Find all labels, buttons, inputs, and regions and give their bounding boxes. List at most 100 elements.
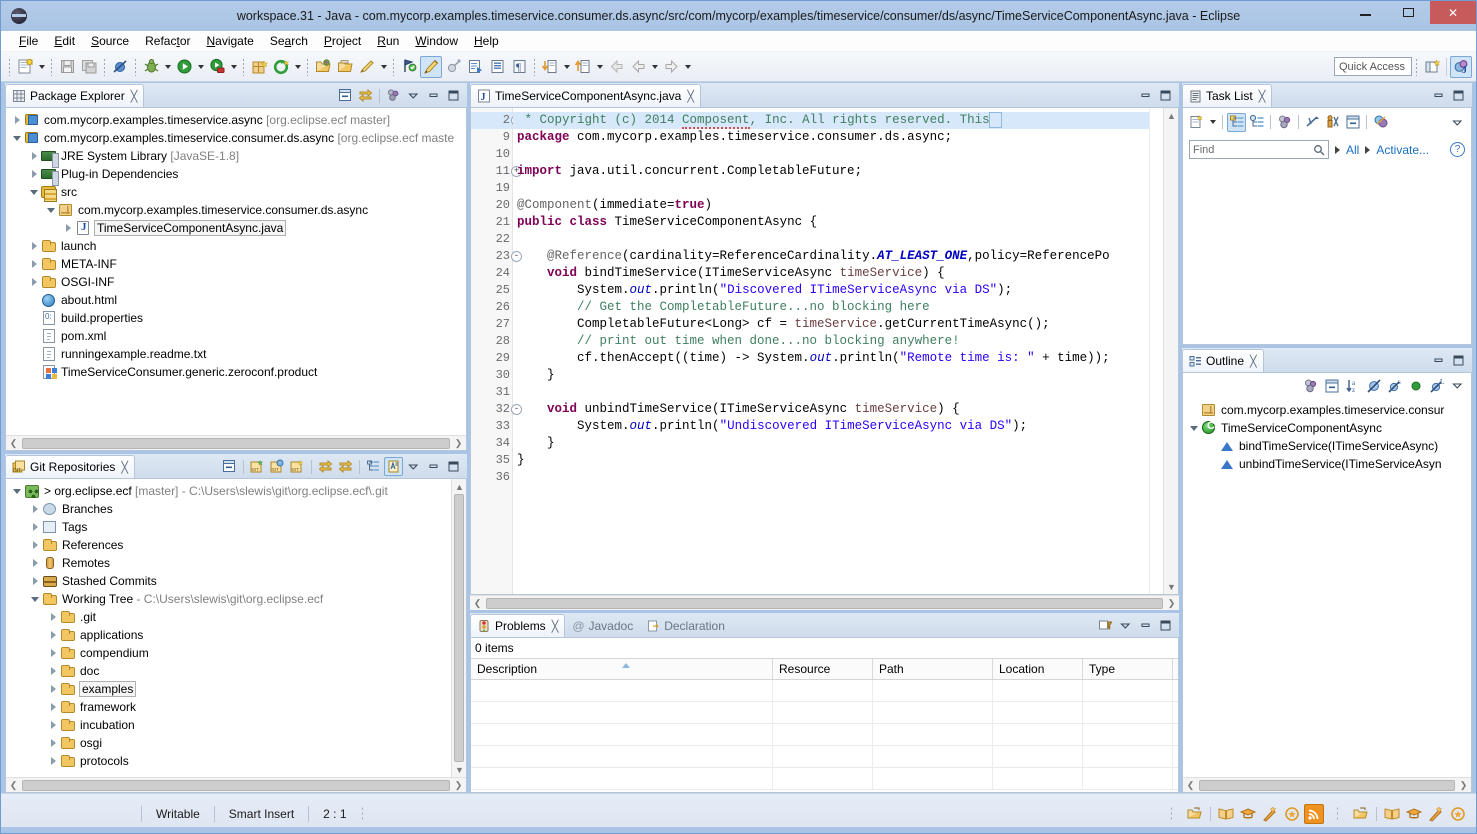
feed-icon[interactable] (1304, 803, 1324, 824)
collapse-arrow-icon[interactable] (46, 703, 60, 711)
tree-item[interactable]: Working Tree - C:\Users\slewis\git\org.e… (6, 590, 450, 608)
next-annotation-icon[interactable] (539, 56, 561, 78)
tree-item[interactable]: TimeServiceComponentAsync (1183, 419, 1471, 437)
code-line[interactable]: // print out time when done...no blockin… (513, 333, 1178, 350)
tab-task-list[interactable]: Task List ╳ (1182, 84, 1273, 107)
mylyn-context-icon-2[interactable] (1351, 804, 1371, 824)
expand-arrow-icon[interactable] (1187, 426, 1201, 431)
code-line[interactable] (513, 384, 1178, 401)
line-number[interactable]: 28 (471, 333, 512, 350)
collapse-arrow-icon[interactable] (10, 116, 24, 124)
open-task-icon[interactable] (334, 56, 356, 78)
toolbar-grip[interactable] (8, 57, 11, 76)
add-repo-icon[interactable]: GIT (248, 457, 267, 476)
code-line[interactable]: System.out.println("Undiscovered ITimeSe… (513, 418, 1178, 435)
show-whitespace-icon[interactable] (486, 56, 508, 78)
collapse-arrow-icon[interactable] (27, 242, 41, 250)
new-java-project-icon[interactable] (248, 56, 270, 78)
toolbar-grip-9[interactable] (1415, 57, 1418, 76)
scroll-right-icon[interactable]: ❯ (1456, 780, 1471, 791)
collapse-all-icon[interactable] (1322, 376, 1341, 395)
line-number[interactable]: 33 (471, 418, 512, 435)
code-line[interactable]: System.out.println("Discovered ITimeServ… (513, 282, 1178, 299)
scroll-thumb[interactable] (22, 779, 450, 791)
filter-all-link[interactable]: All (1346, 143, 1359, 157)
collapse-all-icon[interactable] (1343, 113, 1362, 132)
scroll-left-icon[interactable]: ❮ (1183, 780, 1198, 791)
focus-on-workweek-icon[interactable] (1275, 113, 1294, 132)
find-input[interactable]: Find (1189, 140, 1329, 159)
collapse-arrow-icon[interactable] (46, 685, 60, 693)
editor-vscrollbar[interactable]: ▲ ▼ (1163, 108, 1178, 594)
scroll-down-icon[interactable]: ▼ (1164, 579, 1178, 594)
line-number[interactable]: 11 + (471, 163, 522, 180)
collapse-arrow-icon[interactable] (28, 505, 42, 513)
run-coverage-icon[interactable] (206, 56, 228, 78)
minimize-icon[interactable] (1136, 616, 1155, 635)
collapse-arrow-icon[interactable] (46, 649, 60, 657)
scroll-thumb[interactable] (486, 597, 1163, 609)
maximize-icon[interactable] (1156, 86, 1175, 105)
toolbar-grip-3[interactable] (103, 57, 106, 76)
close-icon[interactable]: ╳ (552, 620, 559, 633)
tree-item[interactable]: com.mycorp.examples.timeservice.consur (1183, 401, 1471, 419)
tab-javadoc[interactable]: @ Javadoc (565, 614, 640, 637)
tab-package-explorer[interactable]: Package Explorer ╳ (5, 84, 145, 107)
table-row[interactable] (471, 680, 1178, 702)
code-area[interactable]: * Copyright (c) 2014 Composent, Inc. All… (513, 108, 1178, 594)
external-tools-dropdown-arrow[interactable] (292, 56, 303, 78)
new-wizard-icon[interactable] (14, 56, 36, 78)
close-icon[interactable]: ╳ (131, 90, 138, 103)
line-number[interactable]: 10 (471, 146, 512, 163)
view-menu-icon[interactable] (1116, 616, 1135, 635)
scroll-track[interactable] (1166, 123, 1176, 579)
scroll-right-icon[interactable]: ❯ (451, 438, 466, 449)
expand-arrow-icon[interactable] (10, 136, 24, 141)
scroll-down-icon[interactable]: ▼ (452, 762, 466, 777)
code-line[interactable]: package com.mycorp.examples.timeservice.… (513, 129, 1178, 146)
maximize-icon[interactable] (1449, 351, 1468, 370)
tree-item[interactable]: > org.eclipse.ecf [master] - C:\Users\sl… (6, 482, 450, 500)
new-wizard-dropdown-arrow[interactable] (36, 56, 47, 78)
filter-all-arrow-icon[interactable] (1335, 145, 1340, 154)
hide-static-icon[interactable]: s (1385, 376, 1404, 395)
tree-item[interactable]: compendium (6, 644, 450, 662)
tree-item[interactable]: incubation (6, 716, 450, 734)
wand-icon[interactable] (1260, 804, 1280, 824)
tree-item[interactable]: Tags (6, 518, 450, 536)
toolbar-grip-6[interactable] (306, 57, 309, 76)
filters-icon[interactable] (1096, 616, 1115, 635)
minimize-icon[interactable] (1136, 86, 1155, 105)
tree-item[interactable]: launch (6, 237, 466, 255)
tree-item[interactable]: osgi (6, 734, 450, 752)
line-number-ruler[interactable]: 2+91011+1920212223-242526272829303132-33… (471, 108, 522, 594)
close-icon[interactable]: ╳ (121, 461, 128, 474)
line-number[interactable]: 29 (471, 350, 512, 367)
previous-annotation-icon[interactable] (572, 56, 594, 78)
code-line[interactable]: @Reference(cardinality=ReferenceCardinal… (513, 248, 1178, 265)
mark-occurrences-dropdown-arrow[interactable] (378, 56, 389, 78)
tree-item[interactable]: unbindTimeService(ITimeServiceAsyn (1183, 455, 1471, 473)
code-line[interactable]: } (513, 452, 1178, 469)
menu-file[interactable]: File (11, 32, 46, 50)
tree-item[interactable]: build.properties (6, 309, 466, 327)
table-column-header[interactable]: Description (471, 659, 773, 679)
code-line[interactable]: void unbindTimeService(ITimeServiceAsync… (513, 401, 1178, 418)
collapse-arrow-icon[interactable] (27, 170, 41, 178)
collapse-arrow-icon[interactable] (27, 152, 41, 160)
line-number[interactable]: 9 (471, 129, 512, 146)
code-line[interactable]: * Copyright (c) 2014 Composent, Inc. All… (513, 112, 1178, 129)
close-icon[interactable]: ╳ (1259, 90, 1266, 103)
close-icon[interactable]: ╳ (687, 90, 694, 103)
trim-grip-2[interactable] (1336, 805, 1339, 822)
code-line[interactable]: } (513, 435, 1178, 452)
expand-arrow-icon[interactable] (44, 208, 58, 213)
tree-item[interactable]: pom.xml (6, 327, 466, 345)
hide-fields-icon[interactable] (1364, 376, 1383, 395)
maximize-icon[interactable] (1156, 616, 1175, 635)
line-number[interactable]: 35 (471, 452, 512, 469)
tree-item[interactable]: .git (6, 608, 450, 626)
expand-arrow-icon[interactable] (10, 489, 24, 494)
link-with-editor-icon[interactable] (356, 86, 375, 105)
scroll-right-icon[interactable]: ❯ (1164, 598, 1179, 609)
